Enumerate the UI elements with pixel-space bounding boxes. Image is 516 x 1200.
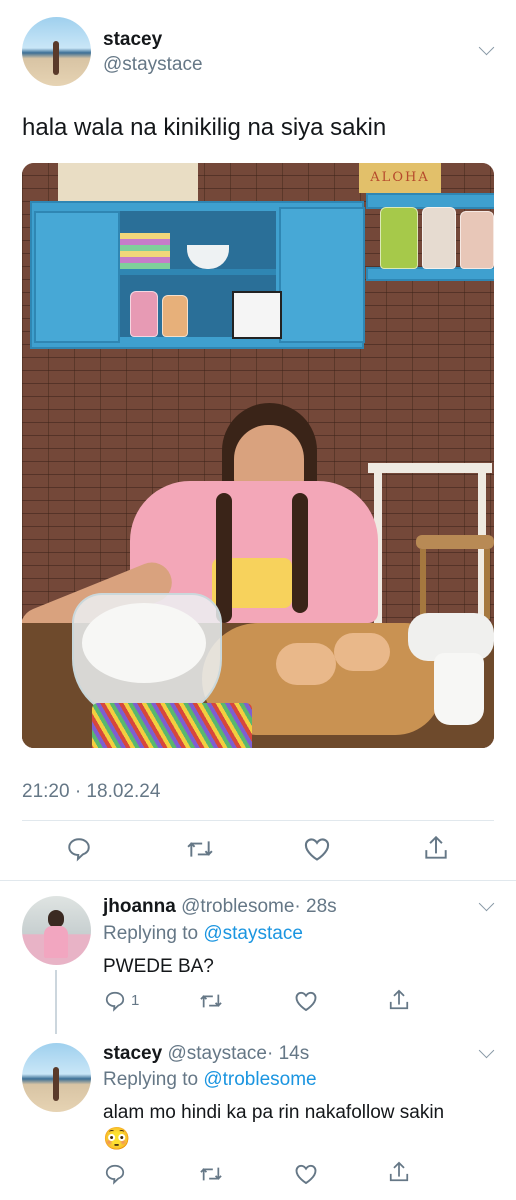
divider bbox=[22, 820, 494, 821]
replying-label: Replying to bbox=[103, 923, 199, 944]
reply-time: · 14s bbox=[267, 1043, 310, 1064]
reply-icon[interactable] bbox=[104, 990, 126, 1012]
reply-time: · 28s bbox=[294, 896, 337, 917]
chevron-down-icon[interactable] bbox=[478, 895, 495, 912]
reply-text: PWEDE BA? bbox=[103, 956, 214, 977]
chevron-down-icon[interactable] bbox=[478, 1042, 495, 1059]
replying-to-link[interactable]: @staystace bbox=[203, 923, 303, 944]
share-icon[interactable] bbox=[423, 834, 449, 862]
thread-line bbox=[55, 970, 57, 1034]
reply-author-handle[interactable]: @staystace bbox=[167, 1043, 267, 1064]
aloha-sign: ALOHA bbox=[359, 163, 441, 193]
author-handle[interactable]: @staystace bbox=[103, 54, 203, 76]
retweet-icon[interactable] bbox=[198, 990, 224, 1012]
share-icon[interactable] bbox=[388, 1160, 410, 1184]
like-icon[interactable] bbox=[294, 990, 318, 1012]
avatar[interactable] bbox=[22, 17, 91, 86]
like-icon[interactable] bbox=[294, 1163, 318, 1185]
author-name[interactable]: stacey bbox=[103, 29, 162, 51]
like-icon[interactable] bbox=[303, 836, 331, 862]
reply-count: 1 bbox=[131, 992, 140, 1009]
reply-author-name[interactable]: jhoanna bbox=[103, 896, 176, 917]
replying-to-link[interactable]: @troblesome bbox=[203, 1069, 316, 1090]
chevron-down-icon[interactable] bbox=[478, 39, 495, 56]
tweet-photo[interactable]: ALOHA bbox=[22, 163, 494, 748]
replying-label: Replying to bbox=[103, 1069, 199, 1090]
tweet-text: hala wala na kinikilig na siya sakin bbox=[22, 114, 387, 141]
flushed-emoji: 😳 bbox=[103, 1126, 131, 1151]
reply-author-handle[interactable]: @troblesome bbox=[181, 896, 294, 917]
reply-icon[interactable] bbox=[66, 836, 92, 862]
avatar[interactable] bbox=[22, 896, 91, 965]
avatar[interactable] bbox=[22, 1043, 91, 1112]
reply-author-name[interactable]: stacey bbox=[103, 1043, 162, 1064]
retweet-icon[interactable] bbox=[185, 836, 215, 862]
divider bbox=[0, 880, 516, 881]
reply-icon[interactable] bbox=[104, 1163, 126, 1185]
retweet-icon[interactable] bbox=[198, 1163, 224, 1185]
tweet-timestamp: 21:20 · 18.02.24 bbox=[22, 781, 161, 802]
reply-text: alam mo hindi ka pa rin nakafollow sakin bbox=[103, 1102, 445, 1123]
share-icon[interactable] bbox=[388, 988, 410, 1012]
